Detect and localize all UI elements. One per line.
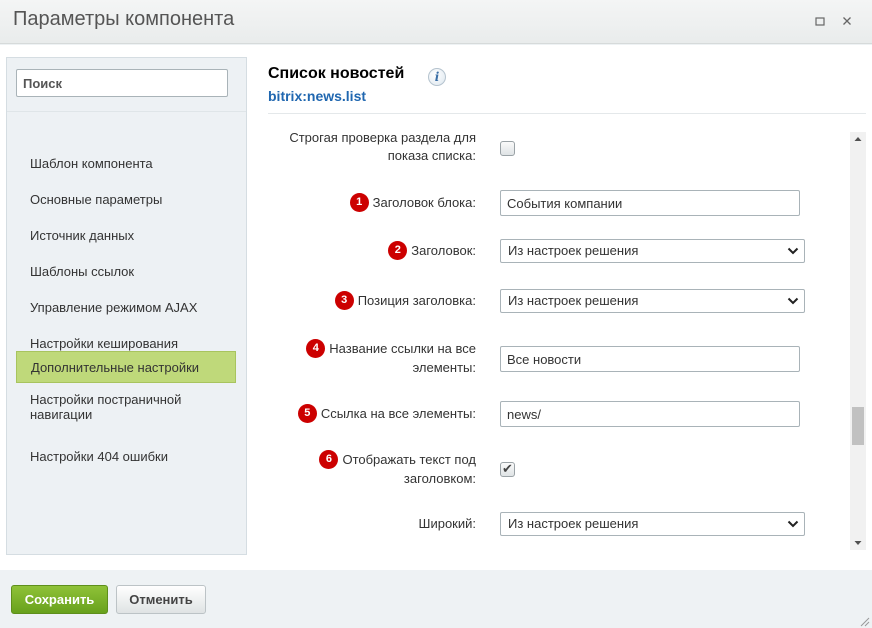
strict-check-checkbox[interactable]: [500, 141, 515, 156]
sidebar: Шаблон компонента Основные параметры Ист…: [6, 57, 247, 555]
sidebar-item-label: Настройки 404 ошибки: [30, 448, 168, 464]
sidebar-item-label: Управление режимом AJAX: [30, 299, 198, 315]
title-position-label-text: Позиция заголовка:: [357, 293, 476, 308]
step-badge: 3: [334, 291, 354, 311]
all-link-url-input[interactable]: [500, 401, 800, 427]
sidebar-item-data-source[interactable]: Источник данных: [16, 226, 236, 244]
sidebar-divider: [7, 111, 246, 112]
sidebar-item-label: Дополнительные настройки: [31, 359, 200, 375]
show-text-label-text: Отображать текст под заголовком:: [342, 452, 476, 487]
step-badge: 2: [388, 241, 408, 261]
all-link-url-label-text: Ссылка на все элементы:: [320, 406, 476, 421]
component-title: Список новостей: [268, 65, 405, 82]
header-divider: [268, 113, 866, 114]
save-button[interactable]: Сохранить: [11, 585, 108, 614]
sidebar-item-label: Шаблон компонента: [30, 155, 153, 171]
cancel-button[interactable]: Отменить: [116, 585, 206, 614]
checkmark-icon: ✔: [502, 461, 513, 476]
step-badge: 4: [306, 339, 326, 359]
step-badge: 1: [349, 193, 369, 213]
close-icon[interactable]: [839, 13, 855, 29]
strict-check-label: Строгая проверка раздела для показа спис…: [289, 130, 476, 163]
title-label: 2 Заголовок:: [300, 241, 476, 261]
sidebar-item-component-template[interactable]: Шаблон компонента: [16, 154, 236, 172]
info-icon[interactable]: i: [428, 68, 446, 86]
all-link-url-label: 5 Ссылка на все элементы:: [280, 404, 476, 424]
title-position-select-value: Из настроек решения: [508, 293, 639, 308]
sidebar-item-caching[interactable]: Настройки кеширования: [16, 334, 236, 352]
all-link-name-input[interactable]: [500, 346, 800, 372]
content-scrollbar[interactable]: [850, 132, 866, 550]
dialog-content: Шаблон компонента Основные параметры Ист…: [0, 45, 872, 570]
block-title-label: 1 Заголовок блока:: [300, 193, 476, 213]
title-position-select[interactable]: Из настроек решения: [500, 289, 805, 313]
sidebar-item-label: Настройки постраничной навигации: [30, 392, 182, 422]
sidebar-item-label: Настройки кеширования: [30, 335, 179, 351]
title-label-text: Заголовок:: [411, 243, 476, 258]
search-input[interactable]: [16, 69, 228, 97]
resize-grip-icon[interactable]: [858, 614, 870, 627]
wide-label: Широкий:: [418, 516, 476, 531]
sidebar-item-label: Источник данных: [30, 227, 135, 243]
sidebar-item-label: Шаблоны ссылок: [30, 263, 135, 279]
all-link-name-label-text: Название ссылки на все элементы:: [329, 341, 476, 376]
block-title-input[interactable]: [500, 190, 800, 216]
sidebar-item-main-params[interactable]: Основные параметры: [16, 190, 236, 208]
sidebar-item-ajax-mode[interactable]: Управление режимом AJAX: [16, 298, 236, 316]
step-badge: 5: [297, 404, 317, 424]
sidebar-item-404-settings[interactable]: Настройки 404 ошибки: [16, 447, 236, 465]
show-text-label: 6 Отображать текст под заголовком:: [296, 450, 476, 488]
scroll-up-icon[interactable]: [850, 132, 866, 146]
chevron-down-icon: [785, 290, 801, 312]
window-title: Параметры компонента: [13, 8, 235, 30]
step-badge: 6: [319, 450, 339, 470]
wide-select[interactable]: Из настроек решения: [500, 512, 805, 536]
wide-select-value: Из настроек решения: [508, 516, 639, 531]
title-position-label: 3 Позиция заголовка:: [300, 291, 476, 311]
all-link-name-label: 4 Название ссылки на все элементы:: [280, 339, 476, 377]
scroll-down-icon[interactable]: [850, 536, 866, 550]
title-select-value: Из настроек решения: [508, 243, 639, 258]
component-code: bitrix:news.list: [268, 88, 367, 104]
chevron-down-icon: [785, 513, 801, 535]
chevron-down-icon: [785, 240, 801, 262]
show-text-checkbox[interactable]: ✔: [500, 461, 515, 477]
sidebar-item-link-templates[interactable]: Шаблоны ссылок: [16, 262, 236, 280]
title-select[interactable]: Из настроек решения: [500, 239, 805, 263]
sidebar-item-additional-settings[interactable]: Дополнительные настройки: [16, 351, 236, 383]
scroll-thumb[interactable]: [852, 407, 864, 445]
sidebar-item-label: Основные параметры: [30, 191, 163, 207]
dialog-footer: Сохранить Отменить: [0, 570, 872, 628]
sidebar-item-pagination[interactable]: Настройки постраничной навигации: [16, 391, 236, 423]
window-titlebar: Параметры компонента: [0, 0, 872, 44]
block-title-label-text: Заголовок блока:: [372, 195, 476, 210]
maximize-icon[interactable]: [812, 13, 828, 29]
